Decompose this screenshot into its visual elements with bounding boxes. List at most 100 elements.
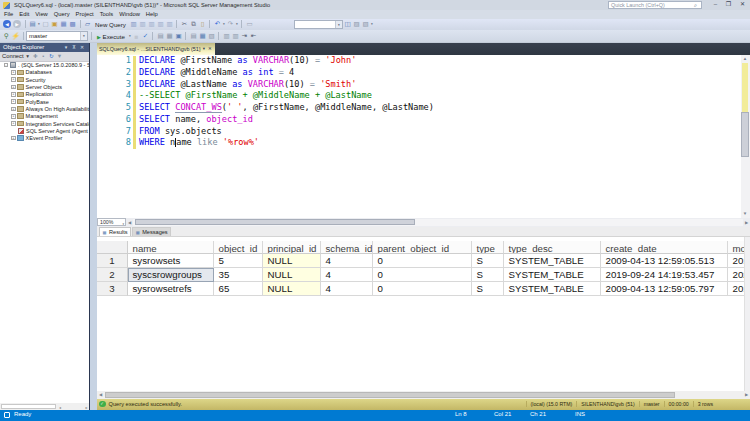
- menu-view[interactable]: View: [32, 10, 50, 19]
- cell-type_desc[interactable]: SYSTEM_TABLE: [504, 254, 601, 268]
- indent-icon[interactable]: ⇥: [240, 32, 249, 41]
- editor-vertical-scrollbar[interactable]: ▲ ▼: [741, 55, 750, 218]
- new-query-icon[interactable]: ▱: [83, 20, 92, 29]
- window-icon[interactable]: ◫: [343, 20, 352, 29]
- outdent-icon[interactable]: ⇤: [249, 32, 258, 41]
- editor-hscroll-thumb[interactable]: [135, 219, 415, 225]
- minimize-button[interactable]: –: [709, 0, 722, 9]
- oe-pin-icon[interactable]: ⊼: [70, 43, 78, 52]
- expand-icon[interactable]: +: [11, 99, 16, 104]
- forward-icon[interactable]: ▶: [13, 20, 21, 28]
- grid-scroll-left-icon[interactable]: ◀: [97, 392, 104, 397]
- save-all-icon[interactable]: ▩: [68, 20, 77, 29]
- expand-icon[interactable]: +: [11, 136, 16, 141]
- cell-type[interactable]: S: [472, 268, 504, 282]
- dropdown-arrow-icon[interactable]: ▾: [370, 22, 374, 26]
- collapse-icon[interactable]: -: [4, 63, 9, 68]
- find-icon[interactable]: ▭: [245, 20, 254, 29]
- scroll-down-icon[interactable]: ▼: [741, 210, 750, 218]
- dmx-query-icon[interactable]: ▥: [156, 20, 165, 29]
- cell-parent_object_id[interactable]: 0: [373, 254, 472, 268]
- mdx-query-icon[interactable]: ▥: [147, 20, 156, 29]
- tab-close-icon[interactable]: ✕: [207, 46, 213, 51]
- tree-item[interactable]: +Server Objects: [0, 83, 89, 90]
- cell-create_date[interactable]: 2009-04-13 12:59:05.797: [601, 282, 728, 296]
- tab-messages[interactable]: ▦Messages: [132, 227, 171, 236]
- cancel-query-icon[interactable]: ■: [132, 32, 141, 41]
- tree-item[interactable]: +Management: [0, 113, 89, 120]
- feedback-icon[interactable]: [4, 412, 10, 418]
- change-connection-icon[interactable]: ⚡: [11, 32, 20, 41]
- sql-editor[interactable]: 12345678 DECLARE @FirstName as VARCHAR(1…: [97, 55, 750, 218]
- expand-icon[interactable]: +: [11, 121, 16, 126]
- save-icon[interactable]: ▦: [59, 20, 68, 29]
- cell-principal_id[interactable]: NULL: [263, 282, 321, 296]
- editor-zoom-control[interactable]: 100% ▾: [97, 218, 126, 226]
- cell-principal_id[interactable]: NULL: [263, 254, 321, 268]
- column-header-object_id[interactable]: object_id: [214, 241, 263, 254]
- column-header-name[interactable]: name: [128, 241, 214, 254]
- row-header[interactable]: 1: [97, 254, 128, 268]
- cell-principal_id[interactable]: NULL: [263, 268, 321, 282]
- tree-item[interactable]: +PolyBase: [0, 98, 89, 105]
- add-item-icon[interactable]: ▢: [41, 20, 50, 29]
- cell-object_id[interactable]: 65: [214, 282, 263, 296]
- cut-icon[interactable]: ✂: [180, 20, 189, 29]
- properties-icon[interactable]: ▨: [352, 20, 361, 29]
- tree-item[interactable]: +Databases: [0, 69, 89, 76]
- close-button[interactable]: ✕: [736, 0, 749, 9]
- grid-scroll-right-icon[interactable]: ▶: [743, 392, 750, 397]
- query-options-icon[interactable]: ▦: [165, 32, 174, 41]
- connect-button[interactable]: Connect: [2, 53, 24, 59]
- new-db-engine-query-icon[interactable]: ▥: [129, 20, 138, 29]
- menu-file[interactable]: File: [1, 10, 16, 19]
- document-tab[interactable]: SQLQuery6.sql - ...SILENTHAND\gvb (51))*…: [97, 43, 215, 55]
- back-icon[interactable]: ◀: [3, 20, 11, 28]
- parse-icon[interactable]: ✓: [141, 32, 150, 41]
- menu-help[interactable]: Help: [143, 10, 161, 19]
- cell-object_id[interactable]: 5: [214, 254, 263, 268]
- tools-icon[interactable]: ▧: [361, 20, 370, 29]
- find-combo[interactable]: ▾: [294, 20, 343, 30]
- copy-icon[interactable]: ⧉: [189, 20, 198, 29]
- expand-icon[interactable]: +: [11, 70, 16, 75]
- scroll-right-icon[interactable]: ▶: [743, 220, 750, 225]
- cell-parent_object_id[interactable]: 0: [373, 282, 472, 296]
- database-combo[interactable]: master▾: [26, 31, 88, 41]
- column-header-schema_id[interactable]: schema_id: [321, 241, 373, 254]
- results-grid-icon[interactable]: ▦: [198, 32, 207, 41]
- results-file-icon[interactable]: ▧: [207, 32, 216, 41]
- title-bar[interactable]: SQLQuery6.sql - (local).master (SILENTHA…: [0, 0, 750, 10]
- menu-edit[interactable]: Edit: [16, 10, 32, 19]
- cell-name[interactable]: sysrowsets: [128, 254, 214, 268]
- cell-parent_object_id[interactable]: 0: [373, 268, 472, 282]
- expand-icon[interactable]: +: [11, 107, 16, 112]
- column-header-type_desc[interactable]: type_desc: [504, 241, 601, 254]
- sql-code[interactable]: DECLARE @FirstName as VARCHAR(10) = 'Joh…: [139, 55, 434, 149]
- row-header[interactable]: 3: [97, 282, 128, 296]
- new-item-icon[interactable]: ▤: [28, 20, 37, 29]
- oe-stop-icon[interactable]: ▪: [40, 52, 48, 60]
- uncomment-icon[interactable]: ▥: [231, 32, 240, 41]
- paste-icon[interactable]: ▯: [198, 20, 207, 29]
- tree-item[interactable]: +XEvent Profiler: [0, 134, 89, 141]
- cell-name[interactable]: syscsrowgroups: [128, 268, 214, 282]
- menu-tools[interactable]: Tools: [97, 10, 117, 19]
- row-header[interactable]: 2: [97, 268, 128, 282]
- tree-item[interactable]: +Replication: [0, 91, 89, 98]
- menu-query[interactable]: Query: [51, 10, 73, 19]
- scroll-up-icon[interactable]: ▲: [741, 55, 750, 63]
- execute-button[interactable]: ▶ Execute: [94, 33, 128, 40]
- oe-filter-icon[interactable]: ▼: [56, 52, 64, 60]
- oe-dropdown-icon[interactable]: ▾: [62, 43, 70, 52]
- expand-icon[interactable]: +: [11, 114, 16, 119]
- intellisense-icon[interactable]: ▣: [174, 32, 183, 41]
- xmla-query-icon[interactable]: ▥: [165, 20, 174, 29]
- expand-icon[interactable]: +: [11, 92, 16, 97]
- oe-close-icon[interactable]: ✕: [78, 43, 86, 52]
- panel-splitter[interactable]: [89, 43, 98, 410]
- quick-launch-input[interactable]: Quick Launch (Ctrl+Q): [608, 1, 702, 9]
- oe-horizontal-scrollbar[interactable]: ▸ ◂: [0, 403, 89, 410]
- connect-icon[interactable]: ⚲: [2, 32, 11, 41]
- column-header-type[interactable]: type: [472, 241, 504, 254]
